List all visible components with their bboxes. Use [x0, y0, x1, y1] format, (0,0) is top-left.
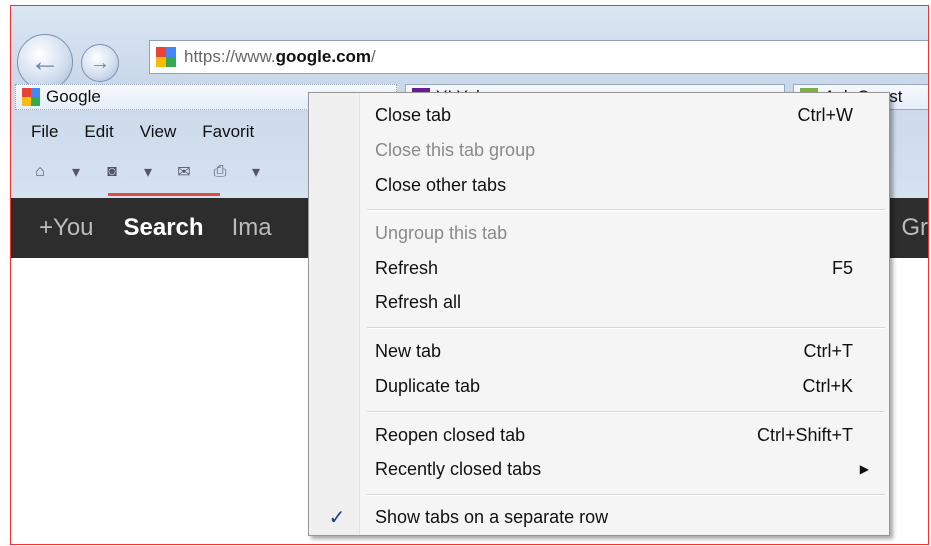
menu-item-shortcut: Ctrl+T: [803, 340, 854, 361]
google-bar-images[interactable]: Ima: [232, 214, 272, 242]
menu-item-refresh-all[interactable]: Refresh all: [309, 285, 889, 319]
menu-item-shortcut: Ctrl+K: [802, 375, 853, 396]
google-bar-search[interactable]: Search: [107, 193, 220, 242]
menu-item-show-tabs-separate-row[interactable]: ✓ Show tabs on a separate row: [309, 500, 889, 534]
menu-edit[interactable]: Edit: [84, 122, 113, 142]
menu-item-shortcut: Ctrl+W: [797, 104, 854, 125]
google-bar-you[interactable]: +You: [39, 214, 94, 242]
menu-favorites[interactable]: Favorit: [202, 122, 254, 142]
menu-separator: [367, 327, 885, 329]
menu-item-close-other-tabs[interactable]: Close other tabs: [309, 168, 889, 202]
google-favicon-icon: [22, 88, 40, 106]
menu-item-label: Reopen closed tab: [375, 424, 526, 445]
menu-item-refresh[interactable]: Refresh F5: [309, 251, 889, 285]
tab-context-menu: Close tab Ctrl+W Close this tab group Cl…: [308, 92, 890, 536]
tab-label: Google: [46, 87, 101, 106]
mail-icon[interactable]: ✉: [173, 162, 195, 182]
menu-item-close-tab[interactable]: Close tab Ctrl+W: [309, 98, 889, 132]
address-path: /: [371, 47, 376, 66]
menu-item-label: Close other tabs: [375, 174, 507, 195]
dropdown-arrow-icon[interactable]: ▾: [245, 162, 267, 182]
address-bar[interactable]: https://www. google.com /: [149, 40, 928, 74]
menu-separator: [367, 494, 885, 496]
dropdown-arrow-icon[interactable]: ▾: [65, 162, 87, 182]
menu-item-label: Show tabs on a separate row: [375, 506, 609, 527]
menu-item-recently-closed-tabs[interactable]: Recently closed tabs ▶: [309, 452, 889, 486]
menu-view[interactable]: View: [140, 122, 177, 142]
forward-button[interactable]: →: [81, 44, 119, 82]
menu-item-shortcut: F5: [831, 257, 853, 278]
menu-bar: File Edit View Favorit: [31, 122, 254, 142]
command-bar: ⌂ ▾ ◙ ▾ ✉ ⎙ ▾: [29, 162, 267, 182]
menu-item-shortcut: Ctrl+Shift+T: [756, 424, 853, 445]
submenu-arrow-icon: ▶: [859, 462, 869, 476]
menu-item-close-tab-group: Close this tab group: [309, 133, 889, 167]
menu-item-reopen-closed-tab[interactable]: Reopen closed tab Ctrl+Shift+T: [309, 418, 889, 452]
address-scheme: https://www.: [184, 47, 276, 66]
menu-item-label: Recently closed tabs: [375, 458, 542, 479]
menu-item-label: Close this tab group: [375, 139, 536, 160]
menu-item-label: Refresh all: [375, 291, 462, 312]
back-arrow-icon: ←: [30, 45, 60, 78]
forward-arrow-icon: →: [90, 51, 110, 74]
menu-file[interactable]: File: [31, 122, 58, 142]
menu-item-duplicate-tab[interactable]: Duplicate tab Ctrl+K: [309, 369, 889, 403]
menu-item-label: Duplicate tab: [375, 375, 481, 396]
rss-feed-icon[interactable]: ◙: [101, 162, 123, 182]
menu-separator: [367, 411, 885, 413]
home-icon[interactable]: ⌂: [29, 162, 51, 182]
menu-item-ungroup-tab: Ungroup this tab: [309, 216, 889, 250]
menu-item-label: Close tab: [375, 104, 452, 125]
back-button[interactable]: ←: [17, 34, 73, 90]
checkmark-icon: ✓: [328, 506, 346, 529]
google-favicon-icon: [156, 47, 176, 67]
menu-item-label: Refresh: [375, 257, 439, 278]
dropdown-arrow-icon[interactable]: ▾: [137, 162, 159, 182]
menu-item-label: Ungroup this tab: [375, 222, 508, 243]
menu-item-label: New tab: [375, 340, 442, 361]
google-bar-right-fragment[interactable]: Gr: [901, 214, 928, 242]
menu-separator: [367, 209, 885, 211]
print-icon[interactable]: ⎙: [209, 162, 231, 182]
address-host: google.com: [275, 47, 372, 66]
menu-item-new-tab[interactable]: New tab Ctrl+T: [309, 334, 889, 368]
